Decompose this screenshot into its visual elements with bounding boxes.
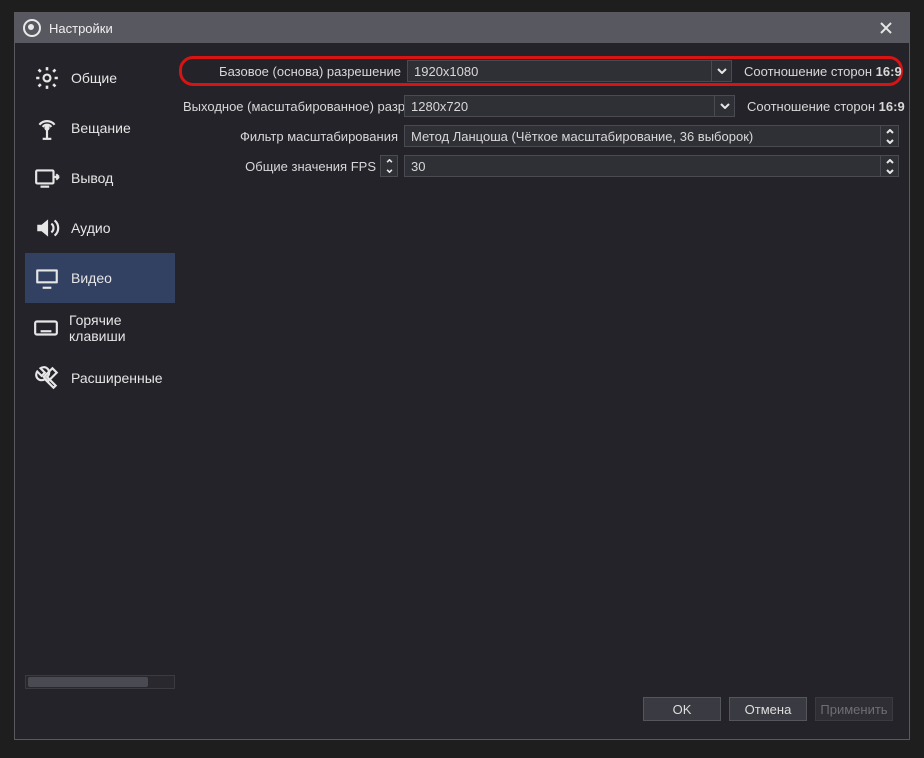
chevron-down-icon <box>720 103 730 109</box>
downscale-filter-dropdown[interactable]: Метод Ланцоша (Чёткое масштабирование, 3… <box>404 125 899 147</box>
chevron-up-icon <box>886 159 894 164</box>
output-resolution-label: Выходное (масштабированное) разрешение <box>183 99 398 114</box>
chevron-down-icon <box>717 68 727 74</box>
sidebar-item-label: Горячие клавиши <box>69 312 167 344</box>
output-icon <box>33 164 61 192</box>
sidebar-item-label: Вывод <box>71 170 113 186</box>
sidebar-item-output[interactable]: Вывод <box>25 153 175 203</box>
scrollbar-thumb[interactable] <box>28 677 148 687</box>
sidebar-item-hotkeys[interactable]: Горячие клавиши <box>25 303 175 353</box>
chevron-up-icon <box>886 129 894 134</box>
spinner-buttons[interactable] <box>880 126 898 146</box>
content-panel: Базовое (основа) разрешение 1920x1080 Со… <box>183 53 899 689</box>
spin-up[interactable] <box>381 156 397 166</box>
base-resolution-value: 1920x1080 <box>414 64 478 79</box>
spin-up[interactable] <box>881 126 898 136</box>
sidebar-item-stream[interactable]: Вещание <box>25 103 175 153</box>
gear-icon <box>33 64 61 92</box>
sidebar-item-advanced[interactable]: Расширенные <box>25 353 175 403</box>
sidebar-item-label: Вещание <box>71 120 131 136</box>
sidebar-item-label: Аудио <box>71 220 111 236</box>
spin-down[interactable] <box>881 136 898 146</box>
window-title: Настройки <box>49 21 113 36</box>
base-resolution-label: Базовое (основа) разрешение <box>186 64 401 79</box>
ok-button[interactable]: OK <box>643 697 721 721</box>
fps-value: 30 <box>411 159 425 174</box>
output-resolution-dropdown[interactable]: 1280x720 <box>404 95 735 117</box>
spin-up[interactable] <box>881 156 898 166</box>
chevron-down-icon <box>886 169 894 174</box>
spinner-buttons[interactable] <box>880 156 898 176</box>
sidebar: Общие Вещание Вывод <box>25 53 175 689</box>
tools-icon <box>33 364 61 392</box>
sidebar-item-general[interactable]: Общие <box>25 53 175 103</box>
keyboard-icon <box>33 314 59 342</box>
cancel-button[interactable]: Отмена <box>729 697 807 721</box>
sidebar-scrollbar[interactable] <box>25 675 175 689</box>
downscale-filter-label: Фильтр масштабирования <box>183 129 398 144</box>
highlight-annotation: Базовое (основа) разрешение 1920x1080 Со… <box>179 56 903 86</box>
antenna-icon <box>33 114 61 142</box>
monitor-icon <box>33 264 61 292</box>
close-icon <box>880 22 892 34</box>
chevron-up-icon <box>386 159 393 163</box>
base-aspect-label: Соотношение сторон 16:9 <box>738 64 896 79</box>
output-aspect-label: Соотношение сторон 16:9 <box>741 99 899 114</box>
sidebar-item-audio[interactable]: Аудио <box>25 203 175 253</box>
obs-icon <box>23 19 41 37</box>
dropdown-arrow[interactable] <box>714 96 734 116</box>
sidebar-item-label: Расширенные <box>71 370 163 386</box>
sidebar-item-video[interactable]: Видео <box>25 253 175 303</box>
downscale-filter-value: Метод Ланцоша (Чёткое масштабирование, 3… <box>411 129 753 144</box>
settings-window: Настройки Общие <box>14 12 910 740</box>
fps-type-spinner[interactable] <box>380 155 398 177</box>
fps-label: Общие значения FPS <box>245 159 376 174</box>
apply-button: Применить <box>815 697 893 721</box>
speaker-icon <box>33 214 61 242</box>
chevron-down-icon <box>386 169 393 173</box>
sidebar-item-label: Видео <box>71 270 112 286</box>
base-resolution-dropdown[interactable]: 1920x1080 <box>407 60 732 82</box>
dropdown-arrow[interactable] <box>711 61 731 81</box>
sidebar-item-label: Общие <box>71 70 117 86</box>
chevron-down-icon <box>886 139 894 144</box>
titlebar: Настройки <box>15 13 909 43</box>
fps-dropdown[interactable]: 30 <box>404 155 899 177</box>
output-resolution-value: 1280x720 <box>411 99 468 114</box>
close-button[interactable] <box>871 13 901 43</box>
dialog-footer: OK Отмена Применить <box>25 689 899 729</box>
spin-down[interactable] <box>381 166 397 176</box>
spin-down[interactable] <box>881 166 898 176</box>
